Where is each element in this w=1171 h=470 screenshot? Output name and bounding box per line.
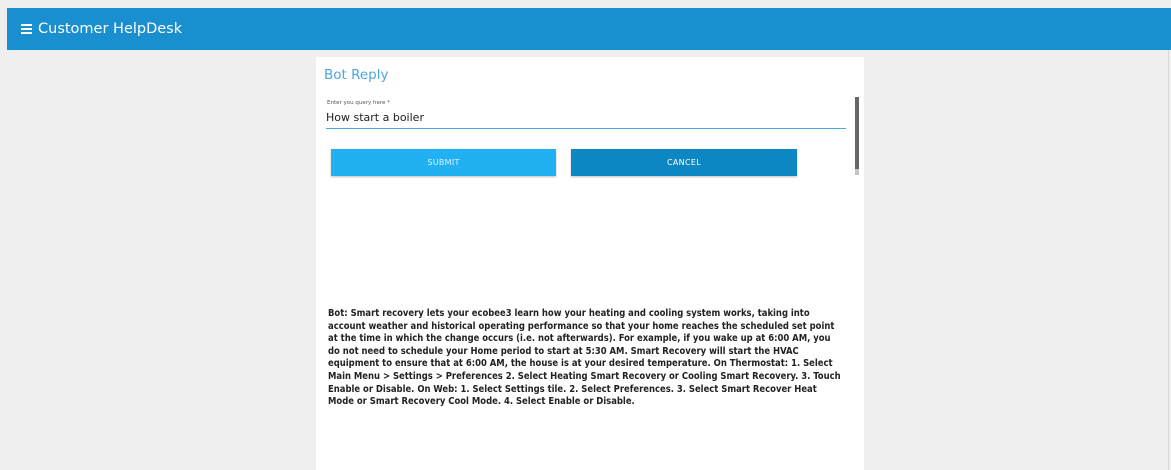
app-title: Customer HelpDesk: [38, 21, 183, 37]
query-field-label: Enter you query here *: [327, 100, 390, 106]
scrollbar-thumb[interactable]: [855, 97, 859, 169]
page-right-divider: [1168, 50, 1169, 470]
card-title: Bot Reply: [324, 67, 389, 83]
submit-button[interactable]: SUBMIT: [331, 149, 556, 176]
bot-reply-card: Bot Reply Enter you query here * SUBMIT …: [316, 57, 864, 470]
vertical-scrollbar[interactable]: [855, 97, 859, 175]
top-app-bar: Customer HelpDesk: [7, 8, 1171, 50]
hamburger-menu-icon[interactable]: [21, 24, 32, 34]
cancel-button[interactable]: CANCEL: [571, 149, 797, 176]
query-input[interactable]: [326, 108, 846, 129]
bot-reply-text: Bot: Smart recovery lets your ecobee3 le…: [328, 308, 841, 408]
